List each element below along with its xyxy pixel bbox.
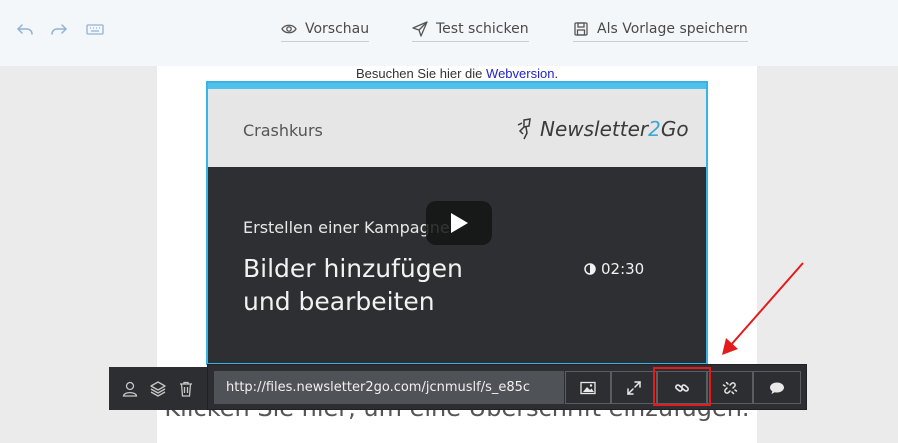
trash-icon[interactable]	[177, 380, 195, 398]
link-highlight-box	[653, 367, 711, 406]
user-icon[interactable]	[121, 380, 139, 398]
webversion-text: Besuchen Sie hier die	[355, 66, 487, 81]
annotation-arrow	[722, 262, 804, 355]
preview-button[interactable]: Vorschau	[281, 20, 370, 42]
block-tools	[109, 367, 207, 410]
image-url-input[interactable]: http://files.newsletter2go.com/jcnmuslf/…	[214, 371, 564, 404]
video-subtitle: Erstellen einer Kampagne	[243, 218, 450, 237]
webversion-link[interactable]: Webversion	[486, 66, 554, 81]
send-test-label: Test schicken	[436, 21, 529, 37]
video-title: Bilder hinzufügen und bearbeiten	[243, 252, 543, 318]
logo-text-number: 2	[648, 117, 661, 141]
runner-logo-icon	[517, 118, 531, 140]
logo-text-suffix: Go	[660, 117, 689, 141]
image-icon	[580, 381, 596, 394]
unlink-icon	[722, 381, 738, 394]
webversion-line: Besuchen Sie hier die Webversion.	[157, 66, 757, 82]
unlink-button[interactable]	[707, 371, 753, 404]
paper-plane-icon	[412, 21, 428, 37]
logo-text-prefix: Newsletter	[540, 117, 649, 141]
video-duration-text: 02:30	[601, 260, 645, 278]
expand-button[interactable]	[611, 371, 657, 404]
video-duration: 02:30	[584, 260, 644, 278]
video-title-line2: und bearbeiten	[243, 287, 435, 316]
top-toolbar: Vorschau Test schicken Als Vorlage speic…	[0, 0, 898, 66]
image-url-toolbar: http://files.newsletter2go.com/jcnmuslf/…	[207, 364, 807, 410]
video-header-text: Crashkurs	[243, 121, 323, 140]
keyboard-icon[interactable]	[85, 19, 105, 39]
redo-icon[interactable]	[49, 19, 69, 39]
comment-button[interactable]	[753, 371, 801, 404]
expand-icon	[627, 380, 641, 395]
clock-icon	[584, 263, 596, 275]
newsletter2go-logo: Newsletter2Go	[514, 117, 689, 141]
save-template-button[interactable]: Als Vorlage speichern	[573, 20, 748, 42]
eye-icon	[281, 24, 297, 34]
layers-icon[interactable]	[149, 380, 167, 398]
save-template-label: Als Vorlage speichern	[597, 21, 748, 37]
play-icon	[451, 213, 468, 233]
send-test-button[interactable]: Test schicken	[412, 20, 529, 42]
video-header: Crashkurs Newsletter2Go	[208, 89, 706, 167]
preview-label: Vorschau	[305, 21, 370, 37]
video-title-line1: Bilder hinzufügen	[243, 254, 463, 283]
play-button[interactable]	[426, 201, 492, 245]
undo-icon[interactable]	[15, 19, 35, 39]
video-body: Erstellen einer Kampagne Bilder hinzufüg…	[208, 167, 706, 363]
image-button[interactable]	[565, 371, 611, 404]
video-image-block[interactable]: Crashkurs Newsletter2Go Erstellen einer …	[206, 81, 708, 365]
comment-icon	[770, 382, 784, 394]
webversion-suffix: .	[554, 66, 559, 81]
floppy-disk-icon	[574, 22, 588, 36]
